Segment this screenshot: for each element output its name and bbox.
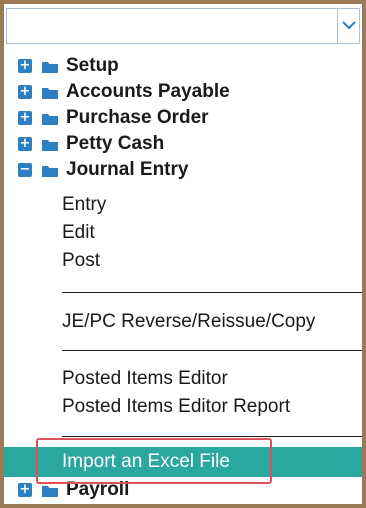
expand-icon[interactable]: + [18, 137, 32, 151]
chevron-down-icon [341, 17, 356, 35]
menu-item-edit[interactable]: Edit [62, 222, 95, 244]
tree-node-accounts-payable[interactable]: + Accounts Payable [18, 80, 230, 104]
collapse-icon[interactable]: − [18, 163, 32, 177]
tree-node-label: Accounts Payable [66, 81, 230, 102]
folder-icon [42, 484, 58, 497]
folder-icon [42, 164, 58, 177]
folder-icon [42, 112, 58, 125]
tree-node-label: Petty Cash [66, 133, 165, 154]
expand-icon[interactable]: + [18, 85, 32, 99]
menu-item-posted-items-editor[interactable]: Posted Items Editor [62, 368, 228, 390]
tree-node-journal-entry[interactable]: − Journal Entry [18, 158, 188, 182]
divider [62, 292, 362, 293]
divider [62, 436, 362, 437]
tree-node-label: Purchase Order [66, 107, 209, 128]
expand-icon[interactable]: + [18, 111, 32, 125]
tree-node-purchase-order[interactable]: + Purchase Order [18, 106, 209, 130]
folder-icon [42, 86, 58, 99]
menu-item-post[interactable]: Post [62, 250, 100, 272]
highlight-callout-box [36, 438, 272, 484]
tree-node-setup[interactable]: + Setup [18, 54, 119, 78]
dropdown-toggle-button[interactable] [337, 9, 359, 43]
folder-icon [42, 60, 58, 73]
expand-icon[interactable]: + [18, 59, 32, 73]
menu-panel: + Setup + Accounts Payable + Purchase Or… [4, 4, 362, 504]
menu-item-je-pc-reverse-reissue-copy[interactable]: JE/PC Reverse/Reissue/Copy [62, 311, 315, 333]
divider [62, 350, 362, 351]
tree-node-label: Journal Entry [66, 159, 189, 180]
menu-item-entry[interactable]: Entry [62, 194, 106, 216]
module-dropdown[interactable] [6, 8, 360, 44]
folder-icon [42, 138, 58, 151]
menu-item-posted-items-editor-report[interactable]: Posted Items Editor Report [62, 396, 290, 418]
tree-node-petty-cash[interactable]: + Petty Cash [18, 132, 164, 156]
expand-icon[interactable]: + [18, 483, 32, 497]
tree-node-label: Setup [66, 55, 119, 76]
